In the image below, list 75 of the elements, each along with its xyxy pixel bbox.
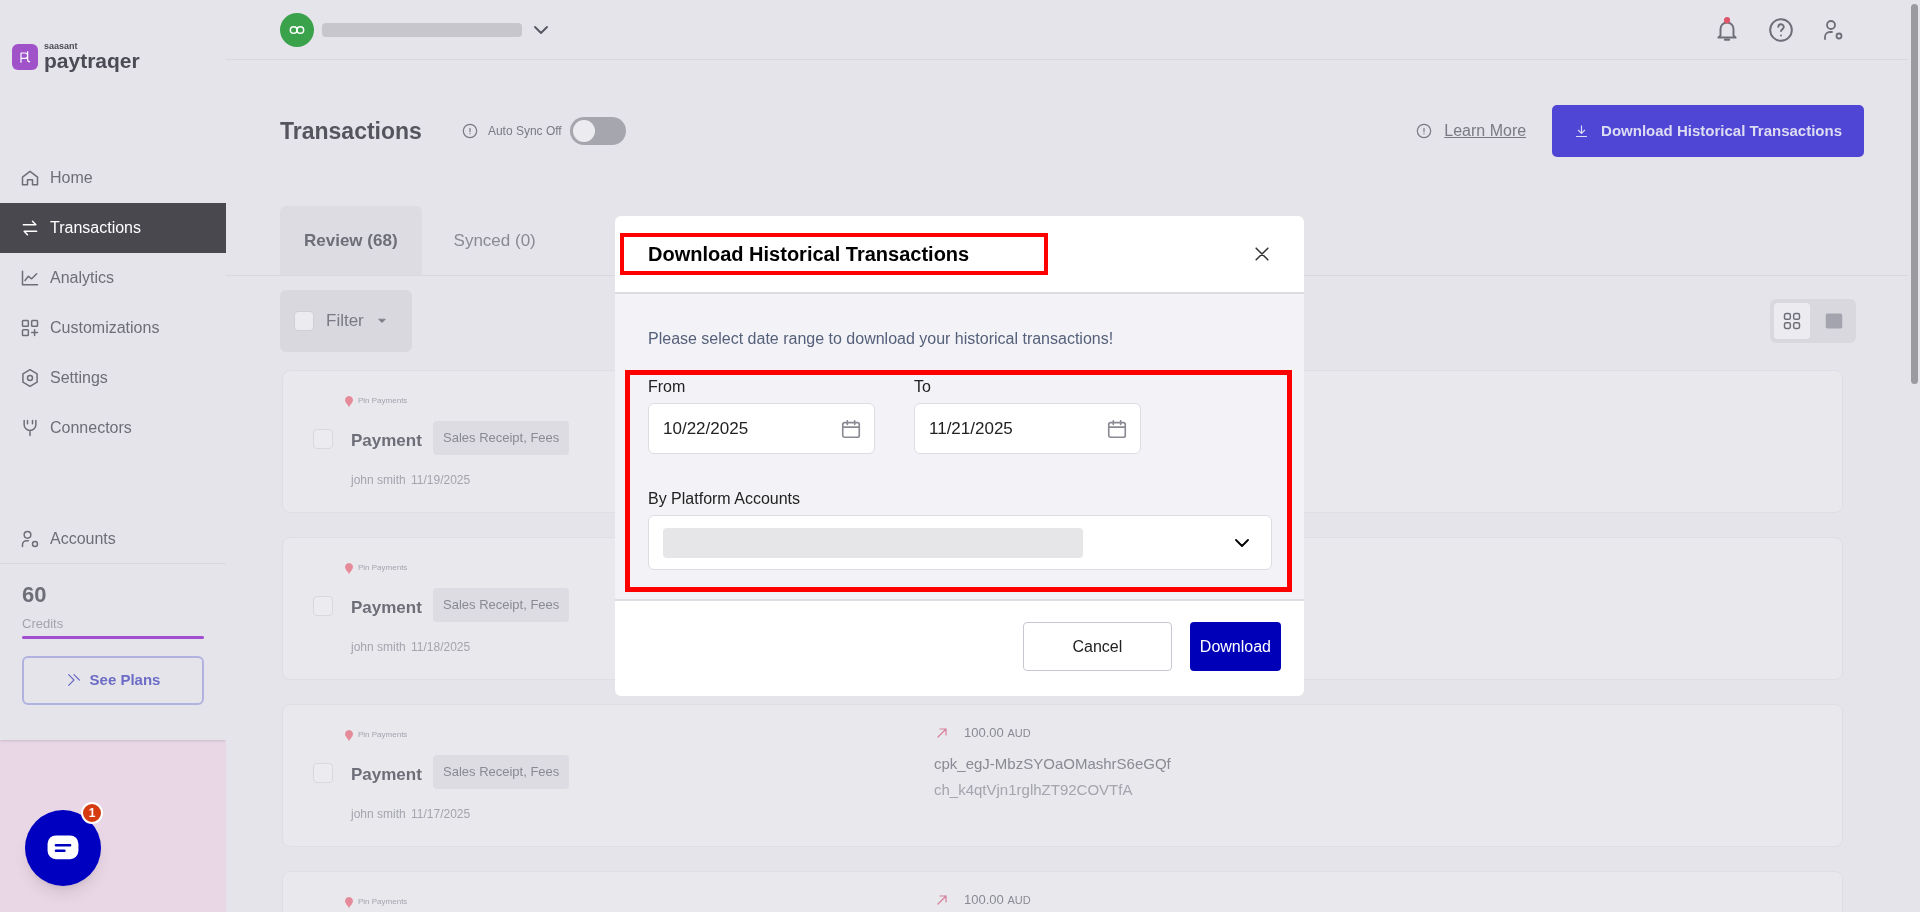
nav-item[interactable]: Transactions xyxy=(0,203,226,253)
user-name: john smith xyxy=(351,806,406,823)
list-icon xyxy=(1824,311,1844,331)
amount: 100.00 AUD xyxy=(964,724,1031,742)
transaction-date: 11/17/2025 xyxy=(411,806,471,823)
transaction-date: 11/18/2025 xyxy=(411,639,471,656)
user-gear-icon xyxy=(20,528,40,549)
nav-item[interactable]: Settings xyxy=(0,353,226,403)
field-label: By Platform Accounts xyxy=(648,489,802,509)
dialog-title: Download Historical Transactions xyxy=(648,242,970,267)
tab[interactable]: Review (68) xyxy=(280,206,422,275)
calendar-icon xyxy=(1106,417,1128,440)
grid-view-button[interactable] xyxy=(1774,303,1810,339)
auto-sync-label: Auto Sync Off xyxy=(487,123,562,140)
pin-icon xyxy=(343,562,355,574)
cancel-button[interactable]: Cancel xyxy=(1022,622,1172,671)
brand-name: paytraqer xyxy=(44,50,140,71)
calendar-icon xyxy=(840,417,862,440)
source-name: Pin Payments xyxy=(358,562,408,574)
see-plans-button[interactable]: See Plans xyxy=(22,655,204,705)
source-name: Pin Payments xyxy=(358,729,408,741)
brand-subtitle: saasant xyxy=(44,42,79,51)
grid-icon xyxy=(1782,311,1802,331)
user-name: john smith xyxy=(351,639,406,656)
filter-button[interactable]: Filter xyxy=(280,290,412,352)
charge-id: ch_k4qtVjn1rglhZT92COVTfA xyxy=(934,780,1133,800)
download-icon xyxy=(1574,123,1590,139)
tab[interactable]: Synced (0) xyxy=(429,206,560,275)
transaction-tag: Sales Receipt, Fees xyxy=(433,421,570,455)
source-name: Pin Payments xyxy=(358,395,408,407)
home-icon xyxy=(20,168,40,188)
nav-item[interactable]: Customizations xyxy=(0,303,226,353)
transaction-date: 11/19/2025 xyxy=(411,472,471,489)
pt-logo-icon xyxy=(17,48,33,65)
transaction-tag: Sales Receipt, Fees xyxy=(433,755,570,789)
user-icon xyxy=(1821,17,1845,42)
date-field[interactable]: 11/21/2025 xyxy=(914,403,1141,454)
download-button[interactable]: Download xyxy=(1189,622,1281,671)
transaction-type: Payment xyxy=(351,430,422,452)
info-icon xyxy=(1416,123,1433,139)
transaction-type: Payment xyxy=(351,597,422,619)
transaction-type: Payment xyxy=(351,764,422,786)
grid-icon xyxy=(20,318,40,338)
pin-icon xyxy=(343,395,355,407)
auto-sync-toggle[interactable] xyxy=(569,117,626,145)
accounts-select[interactable] xyxy=(648,515,1272,570)
user-name: john smith xyxy=(351,472,406,489)
bell-icon xyxy=(1714,16,1740,43)
pin-icon xyxy=(343,729,355,741)
page-title: Transactions xyxy=(280,116,422,146)
date-field[interactable]: 10/22/2025 xyxy=(648,403,875,454)
field-label: From xyxy=(648,377,687,397)
source-name: Pin Payments xyxy=(358,896,408,908)
transaction-tag: Sales Receipt, Fees xyxy=(433,588,570,622)
customer-id: cpk_egJ-MbzSYOaOMashrS6eGQf xyxy=(934,754,1171,774)
credits-count: 60 xyxy=(22,584,48,606)
credits-label: Credits xyxy=(22,615,65,633)
nav-item[interactable]: Connectors xyxy=(0,403,226,453)
field-label: To xyxy=(914,377,932,397)
amount: 100.00 AUD xyxy=(964,891,1031,909)
learn-more-link[interactable]: Learn More xyxy=(1444,119,1527,143)
chevron-down-icon xyxy=(534,25,548,34)
download-historical-button[interactable]: Download Historical Transactions xyxy=(1552,105,1864,157)
plug-icon xyxy=(20,418,40,438)
nav-item[interactable]: Analytics xyxy=(0,253,226,303)
line-chart-icon xyxy=(20,268,40,288)
close-icon xyxy=(1252,244,1272,264)
nav-item[interactable]: Home xyxy=(0,153,226,203)
settings-icon xyxy=(20,368,40,388)
dialog-description: Please select date range to download your historical transactions! xyxy=(648,329,1115,349)
chevron-down-icon xyxy=(1235,538,1249,547)
swap-arrows-icon xyxy=(20,218,40,238)
pin-icon xyxy=(343,896,355,908)
info-icon xyxy=(461,123,478,139)
help-icon xyxy=(1768,16,1794,43)
